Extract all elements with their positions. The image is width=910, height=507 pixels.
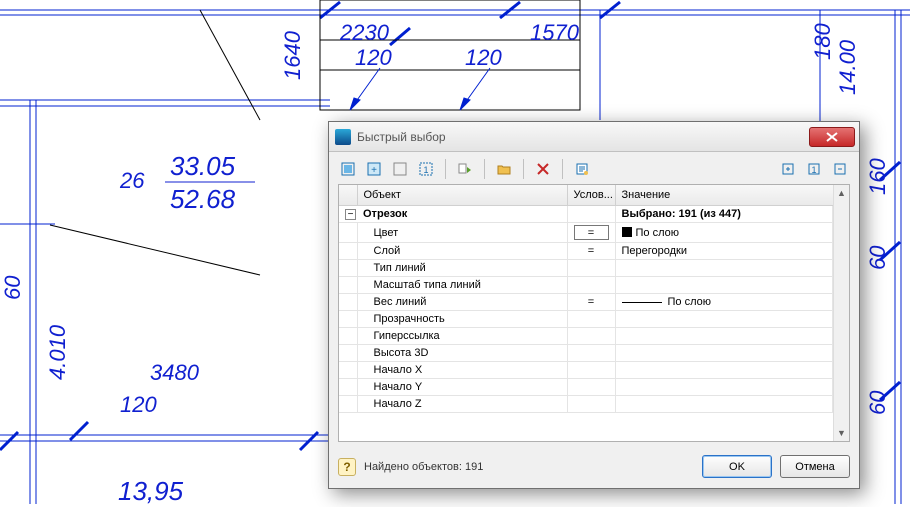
group-summary: Выбрано: 191 (из 447) xyxy=(615,205,833,223)
dim-text: 1570 xyxy=(530,20,580,45)
property-name: Масштаб типа линий xyxy=(357,277,567,294)
property-name: Вес линий xyxy=(357,294,567,311)
property-name: Начало X xyxy=(357,362,567,379)
grid-row[interactable]: Начало X xyxy=(339,362,849,379)
color-swatch xyxy=(622,227,632,237)
tb-properties-icon[interactable] xyxy=(571,158,593,180)
header-object[interactable]: Объект xyxy=(357,185,567,205)
grid-row[interactable]: Слой = Перегородки xyxy=(339,243,849,260)
vertical-scrollbar[interactable]: ▲ ▼ xyxy=(833,185,849,441)
dim-text: 1640 xyxy=(280,30,305,80)
property-name: Начало Z xyxy=(357,396,567,413)
close-button[interactable] xyxy=(809,127,855,147)
dim-text: 180 xyxy=(810,23,835,60)
value-cell[interactable]: Перегородки xyxy=(622,245,688,257)
ok-button[interactable]: OK xyxy=(702,455,772,478)
property-name: Прозрачность xyxy=(357,311,567,328)
tb-add-selection-icon[interactable]: + xyxy=(363,158,385,180)
dim-text: 4.010 xyxy=(45,324,70,380)
property-grid[interactable]: Объект Услов... Значение −Отрезок Выбрано… xyxy=(338,184,850,442)
statusbar: ? Найдено объектов: 191 OK Отмена xyxy=(338,455,850,478)
dim-text: 60 xyxy=(865,245,890,270)
header-condition[interactable]: Услов... xyxy=(567,185,615,205)
tb-page-1-icon[interactable]: 1 xyxy=(803,158,825,180)
cancel-button[interactable]: Отмена xyxy=(780,455,850,478)
scroll-up-icon[interactable]: ▲ xyxy=(834,185,849,201)
condition-cell[interactable]: = xyxy=(588,245,594,257)
grid-row[interactable]: Прозрачность xyxy=(339,311,849,328)
value-cell[interactable]: По слою xyxy=(636,227,680,239)
property-name: Начало Y xyxy=(357,379,567,396)
dim-text: 2230 xyxy=(339,20,390,45)
condition-input[interactable]: = xyxy=(574,225,609,240)
grid-row[interactable]: Начало Z xyxy=(339,396,849,413)
dim-text: 13,95 xyxy=(118,476,184,504)
titlebar[interactable]: Быстрый выбор xyxy=(329,122,859,152)
group-name: Отрезок xyxy=(357,205,567,223)
dim-text: 120 xyxy=(355,45,392,70)
grid-row[interactable]: Гиперссылка xyxy=(339,328,849,345)
toolbar: + 1 1 xyxy=(329,152,859,186)
tb-collapse-all-icon[interactable] xyxy=(829,158,851,180)
dim-text: 26 xyxy=(119,168,145,193)
dialog-title: Быстрый выбор xyxy=(357,130,809,144)
status-text: Найдено объектов: 191 xyxy=(364,461,694,473)
grid-row[interactable]: Масштаб типа линий xyxy=(339,277,849,294)
property-name: Гиперссылка xyxy=(357,328,567,345)
tb-apply-1-icon[interactable]: 1 xyxy=(415,158,437,180)
dim-text: 120 xyxy=(465,45,502,70)
grid-row[interactable]: Тип линий xyxy=(339,260,849,277)
dim-text: 14.00 xyxy=(835,39,860,95)
header-value[interactable]: Значение xyxy=(615,185,849,205)
tb-expand-all-icon[interactable] xyxy=(777,158,799,180)
grid-row[interactable]: Цвет = По слою xyxy=(339,223,849,243)
dim-text: 160 xyxy=(865,158,890,195)
property-name: Высота 3D xyxy=(357,345,567,362)
quick-select-dialog: Быстрый выбор + 1 1 xyxy=(328,121,860,489)
svg-text:+: + xyxy=(371,165,377,176)
collapse-icon[interactable]: − xyxy=(345,209,356,220)
condition-cell[interactable]: = xyxy=(588,296,594,308)
grid-header-row: Объект Услов... Значение xyxy=(339,185,849,205)
grid-group-row[interactable]: −Отрезок Выбрано: 191 (из 447) xyxy=(339,205,849,223)
tb-select-none-icon[interactable] xyxy=(389,158,411,180)
svg-text:1: 1 xyxy=(423,165,428,175)
value-cell[interactable]: По слою xyxy=(668,296,712,308)
property-name: Тип линий xyxy=(357,260,567,277)
tb-open-icon[interactable] xyxy=(493,158,515,180)
grid-row[interactable]: Высота 3D xyxy=(339,345,849,362)
lineweight-sample xyxy=(622,302,662,303)
grid-row[interactable]: Вес линий = По слою xyxy=(339,294,849,311)
hint-icon: ? xyxy=(338,458,356,476)
property-name: Слой xyxy=(357,243,567,260)
dim-text: 120 xyxy=(120,392,157,417)
dim-text: 3480 xyxy=(150,360,200,385)
dim-text: 52.68 xyxy=(170,184,236,214)
tb-select-all-icon[interactable] xyxy=(337,158,359,180)
dim-text: 60 xyxy=(865,390,890,415)
grid-row[interactable]: Начало Y xyxy=(339,379,849,396)
tb-delete-icon[interactable] xyxy=(532,158,554,180)
dim-text: 60 xyxy=(0,275,25,300)
tb-filter-icon[interactable] xyxy=(454,158,476,180)
dim-text: 33.05 xyxy=(170,151,236,181)
svg-text:1: 1 xyxy=(811,165,816,175)
app-icon xyxy=(335,129,351,145)
scroll-down-icon[interactable]: ▼ xyxy=(834,425,849,441)
property-name: Цвет xyxy=(357,223,567,243)
